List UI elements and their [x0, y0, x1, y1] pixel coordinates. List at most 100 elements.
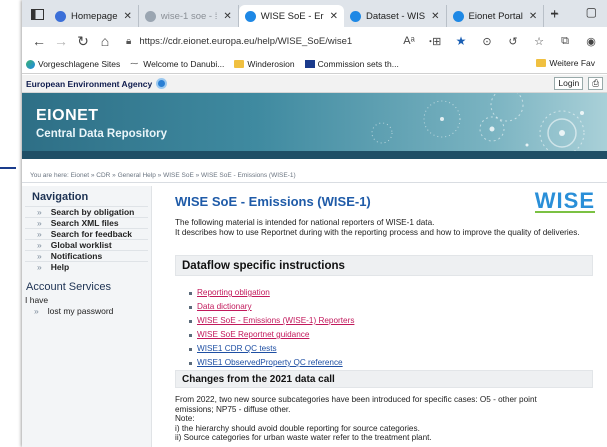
- favorite-item-commission[interactable]: Commission sets th...: [304, 59, 399, 69]
- url-field[interactable]: 🔒︎ https://cdr.eionet.europa.eu/help/WIS…: [126, 36, 396, 47]
- changes-line: ii) Source categories for urban waste wa…: [175, 433, 432, 443]
- favorite-label: Welcome to Danubi...: [143, 59, 225, 69]
- tab-favicon-icon: [55, 10, 66, 22]
- section-heading-changes: Changes from the 2021 data call: [175, 370, 593, 388]
- print-icon[interactable]: ⎙: [588, 77, 603, 90]
- tab-0[interactable]: Homepage ✕: [49, 5, 139, 27]
- sidebar-item-help[interactable]: Help: [25, 261, 148, 272]
- lost-password-link[interactable]: lost my password: [22, 306, 151, 317]
- list-item: WISE SoE Reportnet guidance: [189, 328, 354, 342]
- tab-close-icon[interactable]: ✕: [431, 11, 439, 22]
- list-item: WISE SoE - Emissions (WISE-1) Reporters: [189, 314, 354, 328]
- favorite-star-icon[interactable]: ★: [448, 34, 474, 48]
- agency-name[interactable]: European Environment Agency: [26, 79, 152, 89]
- extension-icon[interactable]: ⊙: [474, 35, 500, 48]
- tab-label: WISE SoE - Er: [260, 10, 324, 22]
- home-icon[interactable]: ⌂: [94, 33, 116, 49]
- maximize-button[interactable]: ▢: [586, 5, 597, 19]
- immersive-reader-icon[interactable]: ꞏ⊞: [422, 34, 448, 49]
- folder-icon: [536, 59, 547, 67]
- lock-icon: 🔒︎: [126, 35, 132, 47]
- tab-3[interactable]: Dataset - WIS ✕: [344, 5, 447, 27]
- tab-label: Dataset - WIS: [365, 10, 426, 22]
- tab-favicon-icon: [349, 10, 361, 22]
- changes-line: Note:: [175, 414, 195, 424]
- tab-favicon-icon: [244, 10, 256, 22]
- read-aloud-icon[interactable]: Aᵃ: [396, 35, 422, 47]
- tab-2[interactable]: WISE SoE - Er ✕: [238, 5, 344, 27]
- instruction-link[interactable]: Data dictionary: [197, 300, 252, 314]
- favorite-label: Winderosion: [247, 59, 295, 69]
- favorite-item-danubi[interactable]: ⁓ Welcome to Danubi...: [130, 59, 224, 69]
- site-subtitle: Central Data Repository: [36, 128, 168, 140]
- favorite-label: Commission sets th...: [317, 59, 399, 69]
- tab-favicon-icon: [452, 10, 464, 22]
- account-services-heading: Account Services: [26, 281, 111, 293]
- favorite-label: Vorgeschlagene Sites: [38, 59, 121, 69]
- list-item: WISE1 ObservedProperty QC reference: [189, 356, 354, 370]
- changes-line: i) the hierarchy should avoid double rep…: [175, 423, 420, 433]
- tab-strip: Homepage ✕ wise-1 soe - ⁞ ✕ WISE SoE - Er ✕ Da…: [22, 0, 607, 27]
- instruction-link[interactable]: Reporting obligation: [197, 286, 270, 300]
- navigation-heading: Navigation: [32, 191, 89, 203]
- link-icon: ⁓: [130, 59, 139, 68]
- collections-icon[interactable]: ⧉: [552, 35, 578, 48]
- instruction-links: Reporting obligation Data dictionary WISE …: [189, 286, 354, 370]
- instruction-link[interactable]: WISE1 ObservedProperty QC reference: [197, 356, 343, 370]
- instruction-link[interactable]: WISE1 CDR QC tests: [197, 342, 277, 356]
- changes-line: emissions; NP75 - diffuse other.: [175, 404, 291, 414]
- back-button[interactable]: ←: [28, 33, 50, 49]
- tab-close-icon[interactable]: ✕: [123, 11, 131, 22]
- folder-icon: [234, 60, 245, 68]
- changes-line: From 2022, two new source subcategories …: [175, 395, 537, 404]
- main-content: WISE SoE - Emissions (WISE-1) WISE The f…: [159, 186, 605, 447]
- sidebar-item-search-for-feedback[interactable]: Search for feedback: [25, 228, 148, 239]
- minimize-button[interactable]: –: [551, 5, 558, 19]
- tab-actions-icon[interactable]: [28, 5, 46, 23]
- instruction-link[interactable]: WISE SoE - Emissions (WISE-1) Reporters: [197, 314, 354, 328]
- breadcrumb[interactable]: You are here: Eionet » CDR » General Hel…: [30, 172, 296, 179]
- list-item: Reporting obligation: [189, 286, 354, 300]
- tab-close-icon[interactable]: ✕: [529, 11, 537, 22]
- intro-text: The following material is intended for n…: [175, 218, 603, 238]
- sidebar-item-search-by-obligation[interactable]: Search by obligation: [25, 206, 148, 217]
- tab-1[interactable]: wise-1 soe - ⁞ ✕: [139, 5, 239, 27]
- site-icon: [304, 60, 315, 68]
- wise-logo-text: WISE: [534, 188, 595, 213]
- tab-favicon-icon: [144, 10, 156, 22]
- refresh-extension-icon[interactable]: ↺: [500, 35, 526, 48]
- sidebar-item-search-xml-files[interactable]: Search XML files: [25, 217, 148, 228]
- page-title: WISE SoE - Emissions (WISE-1): [175, 194, 371, 209]
- favorite-item-winderosion[interactable]: Winderosion: [234, 59, 295, 69]
- breadcrumb-divider: [22, 182, 607, 183]
- login-button[interactable]: Login: [554, 77, 584, 90]
- list-item: WISE1 CDR QC tests: [189, 342, 354, 356]
- tab-close-icon[interactable]: ✕: [330, 11, 338, 22]
- eea-bar: European Environment Agency Login ⎙: [22, 75, 607, 93]
- tab-label: Eionet Portal: [468, 10, 523, 22]
- wise-logo: WISE: [534, 188, 595, 214]
- eea-logo-icon: [156, 78, 168, 89]
- tab-label: Homepage: [71, 10, 118, 22]
- site-title[interactable]: EIONET: [36, 107, 99, 125]
- wise-logo-underline: [534, 211, 595, 213]
- forward-button[interactable]: →: [50, 33, 72, 49]
- favorites-icon[interactable]: ☆: [526, 35, 552, 48]
- edge-icon: [26, 59, 35, 69]
- banner-decoration: [371, 93, 585, 156]
- tab-close-icon[interactable]: ✕: [223, 11, 231, 22]
- sidebar-item-notifications[interactable]: Notifications: [25, 250, 148, 261]
- banner-bottom-strip: [22, 151, 607, 159]
- section-heading-dataflow: Dataflow specific instructions: [175, 255, 593, 276]
- refresh-button[interactable]: ↻: [72, 33, 94, 50]
- browser-window: Homepage ✕ wise-1 soe - ⁞ ✕ WISE SoE - Er ✕ Da…: [22, 0, 607, 447]
- profile-icon[interactable]: ◉: [578, 35, 604, 48]
- more-favorites[interactable]: Weitere Fav: [536, 58, 595, 68]
- instruction-link[interactable]: WISE SoE Reportnet guidance: [197, 328, 309, 342]
- favorite-item-suggested[interactable]: Vorgeschlagene Sites: [26, 59, 120, 69]
- sidebar-item-global-worklist[interactable]: Global worklist: [25, 239, 148, 250]
- tab-4[interactable]: Eionet Portal ✕: [447, 5, 545, 27]
- address-bar-row: ← → ↻ ⌂ 🔒︎ https://cdr.eionet.europa.eu/…: [22, 27, 607, 55]
- intro-line-2: It describes how to use Reportnet during…: [175, 228, 580, 237]
- account-have-text: I have: [25, 295, 49, 305]
